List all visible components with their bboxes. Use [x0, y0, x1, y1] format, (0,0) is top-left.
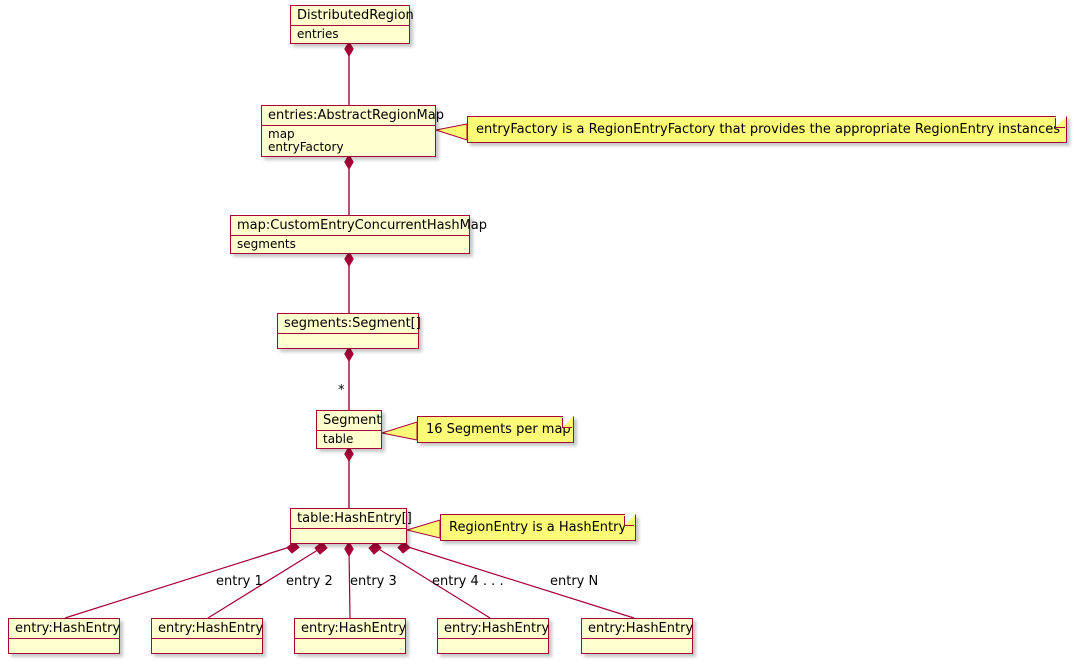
note-connector-regionentry — [405, 519, 441, 539]
class-name: segments:Segment[] — [278, 314, 421, 334]
relation-distributedregion-to-abstractregionmap — [344, 41, 354, 105]
class-attributes — [9, 639, 119, 653]
class-box-segments-segment-array[interactable]: segments:Segment[] — [277, 313, 421, 349]
class-name: table:HashEntry[] — [291, 509, 412, 529]
class-box-entry-hash-entry-1[interactable]: entry:HashEntry — [8, 618, 120, 654]
class-attributes: segments — [231, 236, 469, 253]
class-box-entries-abstract-region-map[interactable]: entries:AbstractRegionMap map entryFacto… — [261, 105, 444, 157]
connector-layer — [64, 41, 635, 619]
note-entry-factory[interactable]: entryFactory is a RegionEntryFactory tha… — [467, 116, 1067, 143]
class-name: entry:HashEntry — [295, 619, 406, 639]
class-attributes: entries — [291, 26, 409, 43]
class-attributes: table — [317, 431, 381, 448]
class-attributes — [582, 639, 692, 653]
edge-label-entry-1: entry 1 — [216, 574, 263, 589]
class-box-map-custom-entry-concurrent-hash-map[interactable]: map:CustomEntryConcurrentHashMap segment… — [230, 215, 487, 254]
class-name: entry:HashEntry — [582, 619, 693, 639]
note-connector-entryfactory — [435, 123, 468, 141]
edge-label-entry-4: entry 4 . . . — [432, 574, 504, 589]
relation-abstractregionmap-to-customentryconcurrenthashmap — [344, 154, 354, 215]
composition-diamond-icon — [344, 541, 354, 557]
composition-diamond-icon — [344, 251, 354, 267]
relation-segments-to-segment — [344, 346, 354, 410]
composition-diamond-icon — [344, 346, 354, 362]
class-box-distributed-region[interactable]: DistributedRegion entries — [290, 5, 414, 44]
class-attributes — [291, 529, 406, 543]
class-box-entry-hash-entry-4[interactable]: entry:HashEntry — [437, 618, 549, 654]
class-name: Segment — [317, 411, 382, 431]
class-box-segment[interactable]: Segment table — [316, 410, 382, 449]
relation-table-to-entry-1 — [64, 541, 300, 619]
note-connector-16-segments — [381, 421, 418, 441]
class-attributes — [295, 639, 405, 653]
class-box-entry-hash-entry-5[interactable]: entry:HashEntry — [581, 618, 693, 654]
composition-diamond-icon — [344, 154, 354, 170]
class-box-table-hash-entry-array[interactable]: table:HashEntry[] — [290, 508, 412, 544]
relation-customentryconcurrenthashmap-to-segments — [344, 251, 354, 313]
class-box-entry-hash-entry-3[interactable]: entry:HashEntry — [294, 618, 406, 654]
class-name: entry:HashEntry — [9, 619, 120, 639]
note-region-entry-is-a-hash-entry[interactable]: RegionEntry is a HashEntry — [440, 514, 636, 541]
relation-segment-to-table — [344, 446, 354, 508]
class-name: DistributedRegion — [291, 6, 414, 26]
note-text: entryFactory is a RegionEntryFactory tha… — [476, 122, 1060, 137]
composition-diamond-icon — [344, 41, 354, 57]
class-attributes — [278, 334, 418, 348]
multiplicity-label-segments: * — [338, 383, 345, 398]
class-name: entry:HashEntry — [152, 619, 263, 639]
composition-diamond-icon — [344, 446, 354, 462]
uml-class-diagram: DistributedRegion entries entries:Abstra… — [0, 0, 1076, 666]
class-name: entries:AbstractRegionMap — [262, 106, 444, 126]
note-text: 16 Segments per map — [426, 422, 571, 437]
note-text: RegionEntry is a HashEntry — [449, 520, 627, 535]
edge-label-entry-2: entry 2 — [286, 574, 333, 589]
note-16-segments-per-map[interactable]: 16 Segments per map — [417, 416, 574, 443]
edge-label-entry-n: entry N — [550, 574, 599, 589]
class-name: entry:HashEntry — [438, 619, 549, 639]
class-attributes — [438, 639, 548, 653]
class-attributes — [152, 639, 262, 653]
class-attributes: map entryFactory — [262, 126, 435, 156]
class-box-entry-hash-entry-2[interactable]: entry:HashEntry — [151, 618, 263, 654]
class-name: map:CustomEntryConcurrentHashMap — [231, 216, 487, 236]
edge-label-entry-3: entry 3 — [350, 574, 397, 589]
